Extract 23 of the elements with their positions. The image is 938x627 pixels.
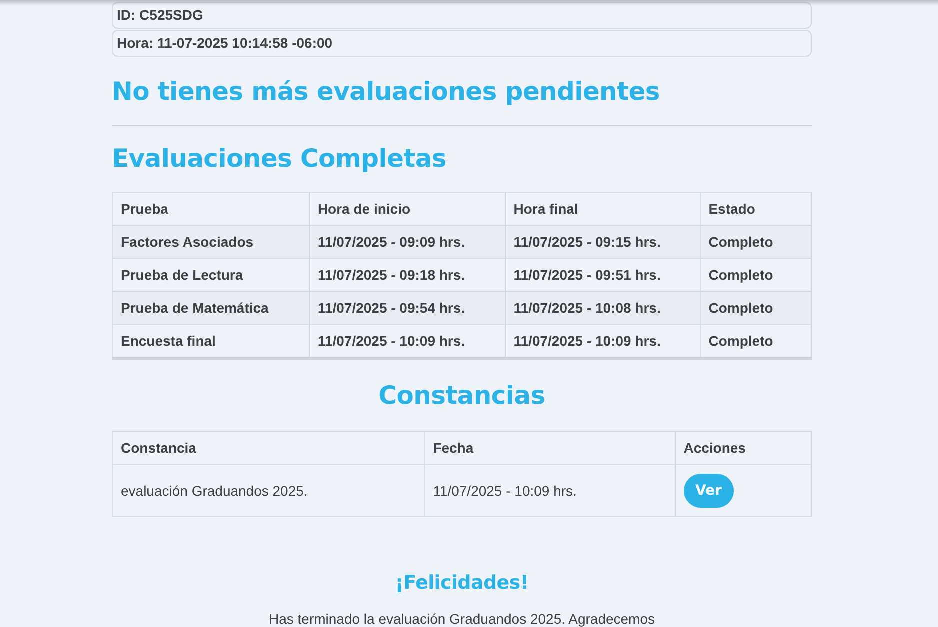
view-button[interactable]: Ver <box>684 474 734 508</box>
section-heading: Constancias <box>378 380 546 412</box>
table-cell: Prueba de Matemática <box>112 292 310 324</box>
column-header: Acciones <box>675 432 812 464</box>
column-header: Fecha <box>424 432 676 464</box>
table-cell: Completo <box>700 292 812 324</box>
column-header: Prueba <box>112 192 310 226</box>
table-cell: Completo <box>700 226 812 258</box>
table-cell: evaluación Graduandos 2025. <box>112 464 425 516</box>
table-cell: 11/07/2025 - 09:15 hrs. <box>505 226 700 258</box>
congrats-message: Has terminado la evaluación Graduandos 2025. Agradecemos <box>268 611 656 627</box>
column-header: Hora final <box>505 192 700 226</box>
table-cell: Factores Asociados <box>112 226 310 258</box>
table-cell: 11/07/2025 - 10:09 hrs. <box>424 464 676 516</box>
table-cell: Encuesta final <box>112 324 310 358</box>
section-heading: ¡Felicidades! <box>394 571 530 596</box>
column-header: Hora de inicio <box>309 192 506 226</box>
column-header: Constancia <box>112 432 425 464</box>
table-cell: 11/07/2025 - 09:09 hrs. <box>309 226 506 258</box>
section-heading: No tienes más evaluaciones pendientes <box>112 76 661 108</box>
table-cell: 11/07/2025 - 10:08 hrs. <box>505 292 700 324</box>
table-cell: 11/07/2025 - 09:54 hrs. <box>309 292 506 324</box>
section-heading: Evaluaciones Completas <box>112 143 448 175</box>
